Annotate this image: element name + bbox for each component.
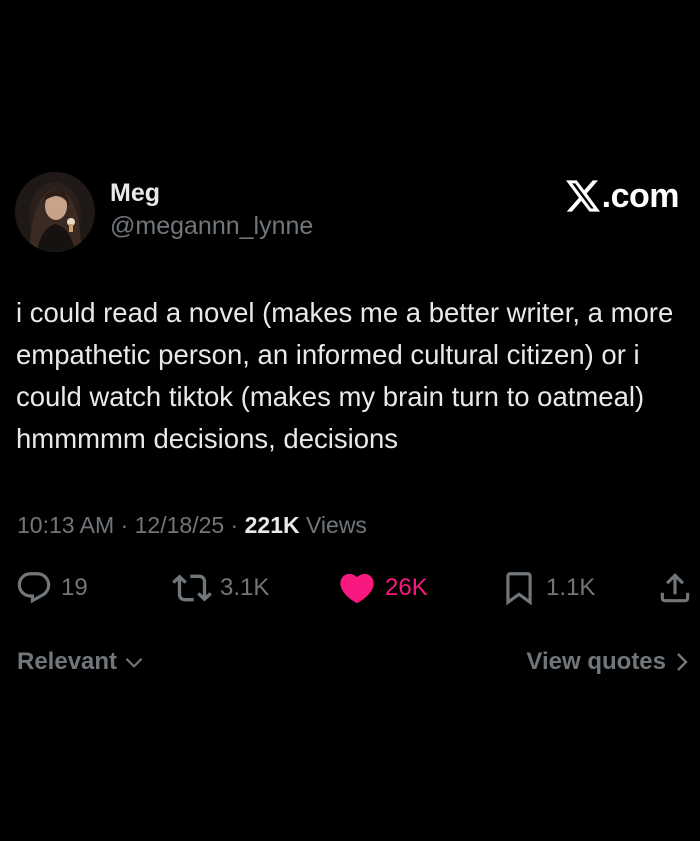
tweet-time[interactable]: 10:13 AM — [17, 512, 114, 538]
meta-separator: · — [114, 512, 135, 538]
like-count: 26K — [385, 574, 428, 601]
bookmark-icon — [506, 572, 532, 606]
avatar-photo — [15, 172, 95, 252]
bookmark-button[interactable]: 1.1K — [500, 566, 595, 610]
author-handle[interactable]: @megannn_lynne — [110, 210, 313, 242]
views-label: Views — [306, 512, 367, 538]
action-bar: 19 3.1K 26K 1.1K — [0, 566, 700, 610]
tweet-meta: 10:13 AM · 12/18/25 · 221K Views — [17, 510, 367, 540]
chevron-right-icon — [677, 653, 688, 671]
brand-watermark: .com — [565, 175, 680, 217]
share-icon — [660, 573, 690, 603]
heart-icon — [340, 573, 374, 604]
reply-icon — [17, 572, 51, 604]
views-count: 221K — [244, 512, 300, 538]
repost-icon — [172, 574, 212, 602]
chevron-down-icon — [125, 657, 143, 668]
reply-button[interactable]: 19 — [15, 566, 88, 610]
meta-separator: · — [224, 512, 245, 538]
tweet-text: i could read a novel (makes me a better … — [16, 297, 674, 454]
repost-button[interactable]: 3.1K — [172, 566, 269, 610]
reply-count: 19 — [61, 574, 88, 601]
tweet-date[interactable]: 12/18/25 — [135, 512, 225, 538]
view-quotes-label: View quotes — [526, 648, 666, 675]
avatar[interactable] — [15, 172, 95, 252]
view-quotes-link[interactable]: View quotes — [526, 648, 690, 676]
brand-domain-label: .com — [601, 176, 680, 215]
bookmark-count: 1.1K — [546, 574, 596, 601]
x-logo-icon — [565, 180, 600, 212]
repost-count: 3.1K — [220, 574, 270, 601]
sort-label: Relevant — [17, 648, 118, 675]
author-display-name[interactable]: Meg — [110, 177, 160, 209]
reply-sort-dropdown[interactable]: Relevant — [17, 648, 147, 676]
like-button[interactable]: 26K — [337, 566, 428, 610]
share-button[interactable] — [656, 566, 694, 610]
